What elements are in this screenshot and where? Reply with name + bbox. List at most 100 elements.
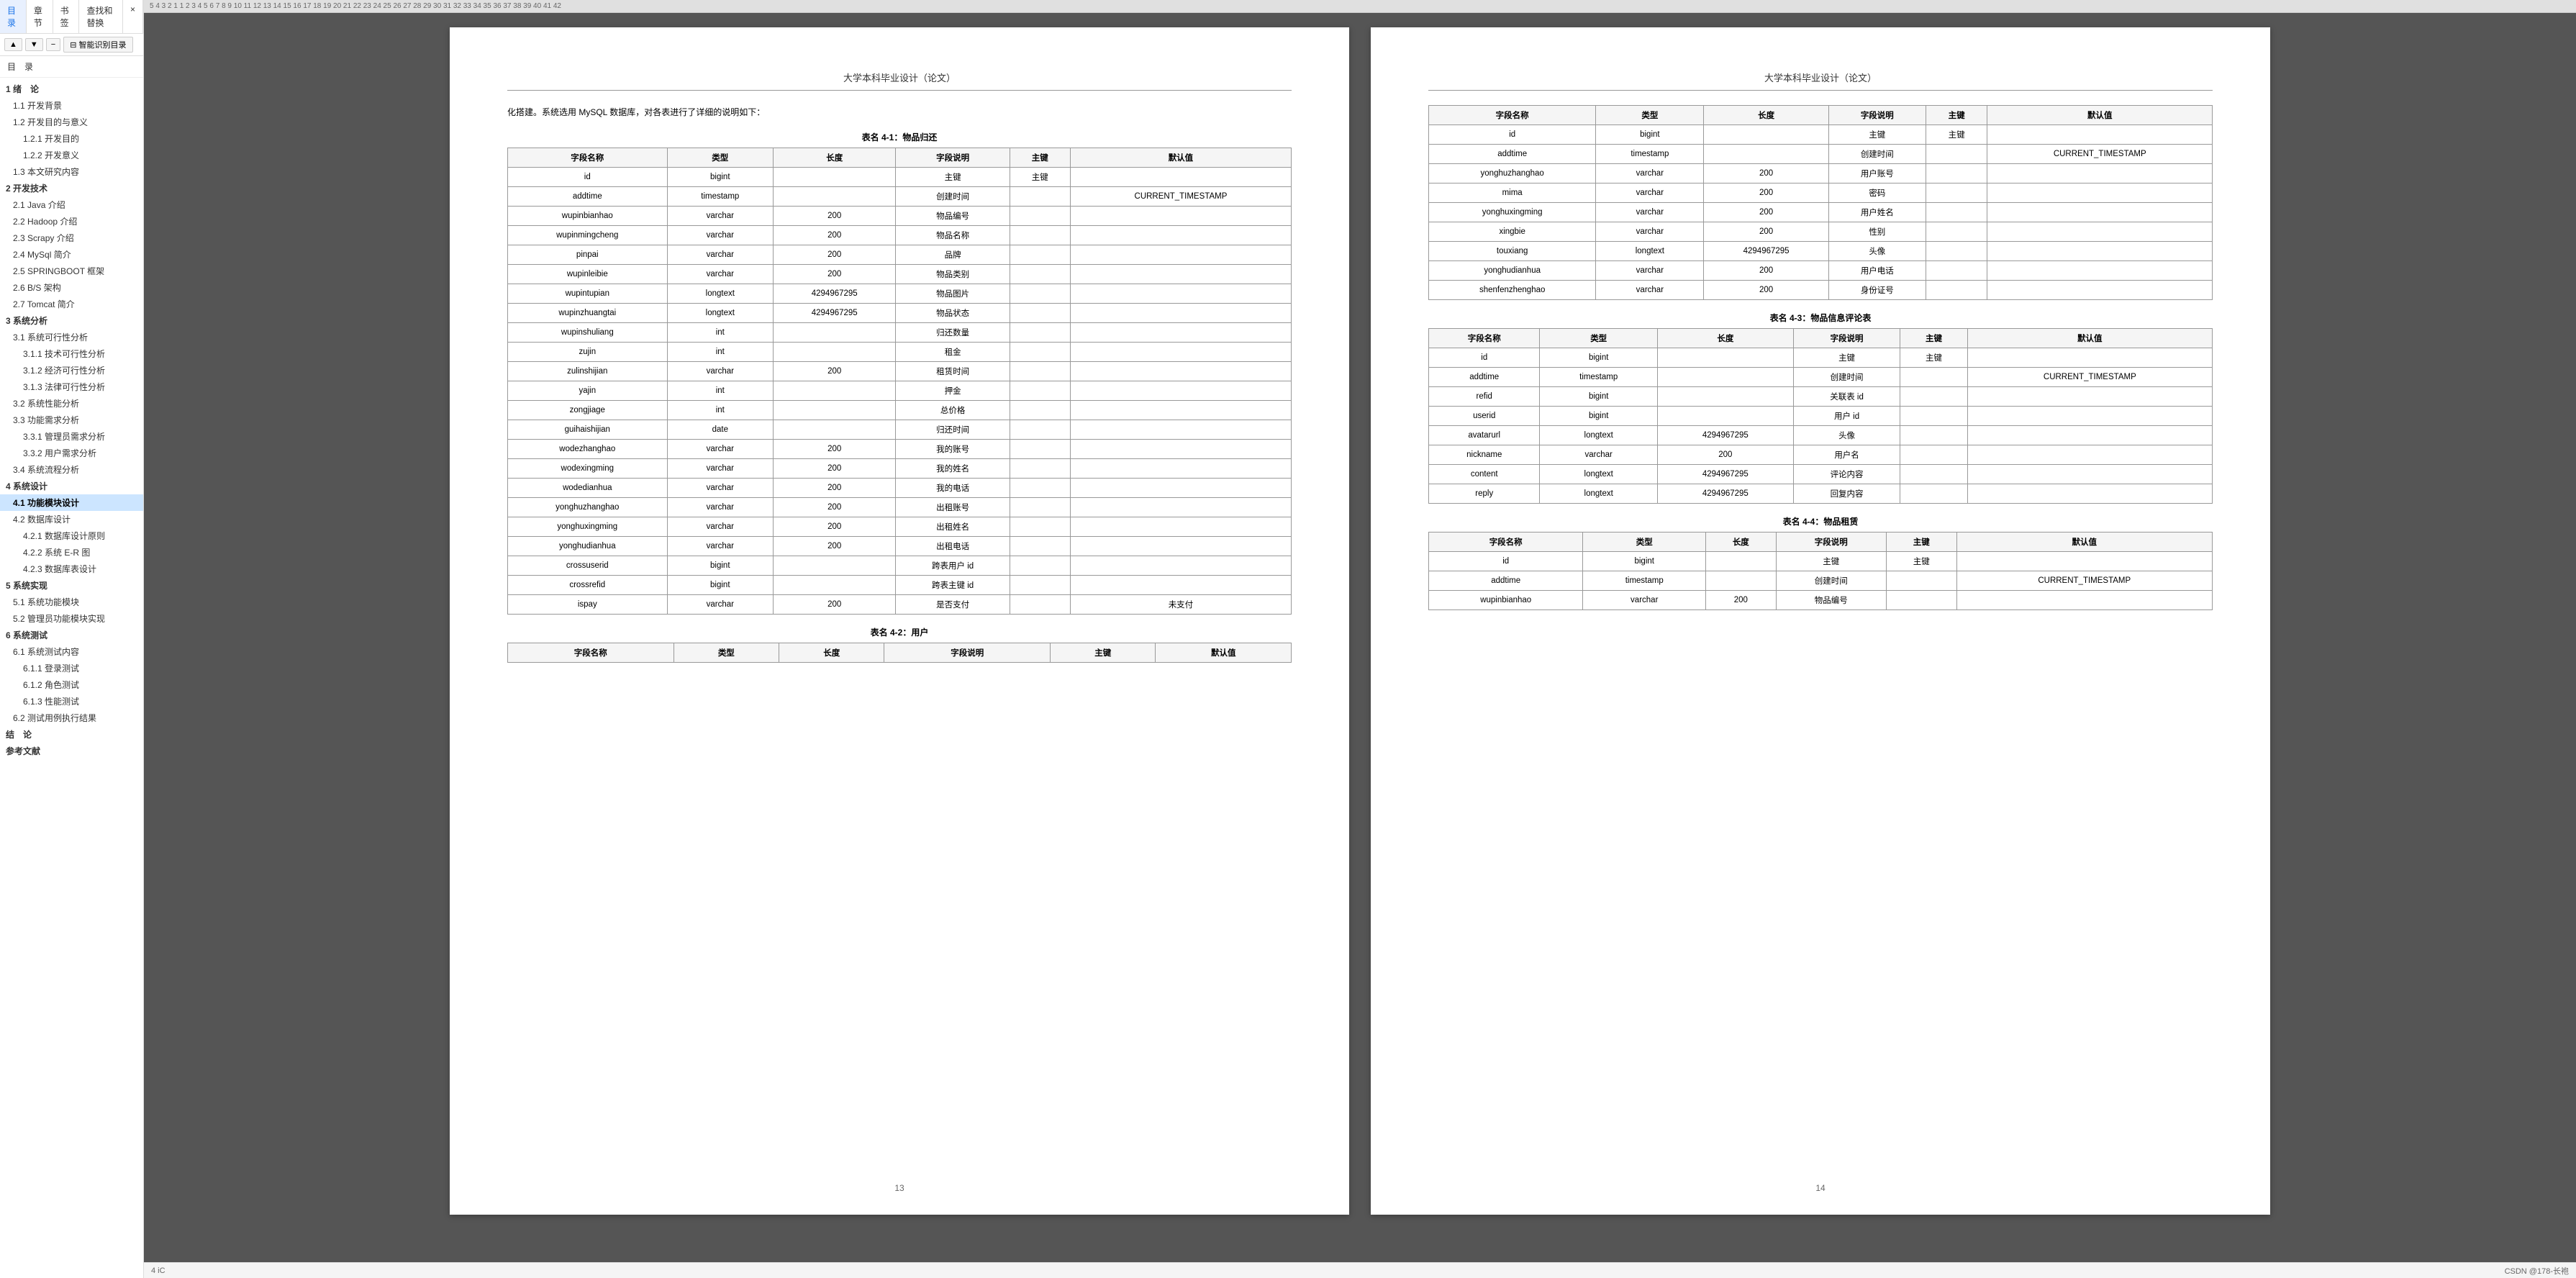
table-row: xingbievarchar200性别 <box>1429 222 2213 242</box>
toc-item[interactable]: 1.3 本文研究内容 <box>0 163 143 180</box>
table-row: wupinbianhaovarchar200物品编号 <box>508 206 1292 225</box>
table-row: replylongtext4294967295回复内容 <box>1429 484 2213 504</box>
toc-item[interactable]: 5.1 系统功能模块 <box>0 594 143 610</box>
table-row: wodezhanghaovarchar200我的账号 <box>508 439 1292 458</box>
toc-tree: 1 绪 论1.1 开发背景1.2 开发目的与意义1.2.1 开发目的1.2.2 … <box>0 78 143 1278</box>
toc-item[interactable]: 4.2.1 数据库设计原则 <box>0 527 143 544</box>
toc-item[interactable]: 6.1.2 角色测试 <box>0 676 143 693</box>
toc-item[interactable]: 1.2 开发目的与意义 <box>0 114 143 130</box>
toc-item[interactable]: 2.5 SPRINGBOOT 框架 <box>0 263 143 279</box>
toc-item[interactable]: 4 系统设计 <box>0 478 143 494</box>
table-row: yonghudianhuavarchar200用户电话 <box>1429 261 2213 281</box>
toc-collapse-button[interactable]: − <box>46 38 60 51</box>
toc-item[interactable]: 2.6 B/S 架构 <box>0 279 143 296</box>
toc-item[interactable]: 3.1.2 经济可行性分析 <box>0 362 143 379</box>
toc-item[interactable]: 4.1 功能模块设计 <box>0 494 143 511</box>
toc-item[interactable]: 6.1.3 性能测试 <box>0 693 143 710</box>
toc-item[interactable]: 结 论 <box>0 726 143 743</box>
table3-caption: 表名 4-3：物品信息评论表 <box>1428 312 2213 324</box>
sidebar-tabs: 目录 章节 书签 查找和替换 × <box>0 0 143 34</box>
toc-item[interactable]: 6.1.1 登录测试 <box>0 660 143 676</box>
table-row: idbigint主键主键 <box>1429 125 2213 145</box>
toc-item[interactable]: 6 系统测试 <box>0 627 143 643</box>
page-left: 大学本科毕业设计（论文） 化搭建。系统选用 MySQL 数据库，对各表进行了详细… <box>450 27 1349 1215</box>
toc-item[interactable]: 4.2 数据库设计 <box>0 511 143 527</box>
status-bar: 4 iC CSDN @178-长袍 <box>144 1262 2576 1278</box>
page-right-footer: 14 <box>1371 1183 2270 1193</box>
table4-caption: 表名 4-4：物品租赁 <box>1428 515 2213 527</box>
toc-item[interactable]: 3.3 功能需求分析 <box>0 412 143 428</box>
table-row: zulinshijianvarchar200租赁时间 <box>508 361 1292 381</box>
tab-close[interactable]: × <box>123 0 143 33</box>
toc-item[interactable]: 3.1.3 法律可行性分析 <box>0 379 143 395</box>
toc-item[interactable]: 4.2.3 数据库表设计 <box>0 561 143 577</box>
toc-item[interactable]: 5 系统实现 <box>0 577 143 594</box>
page-left-footer: 13 <box>450 1183 1349 1193</box>
table-row: contentlongtext4294967295评论内容 <box>1429 465 2213 484</box>
page-right: 大学本科毕业设计（论文） 字段名称 类型 长度 字段说明 主键 默认值 idbi… <box>1371 27 2270 1215</box>
table-row: yonghuxingmingvarchar200用户姓名 <box>1429 203 2213 222</box>
toc-item[interactable]: 3.1 系统可行性分析 <box>0 329 143 345</box>
body-text-left: 化搭建。系统选用 MySQL 数据库，对各表进行了详细的说明如下： <box>507 105 1292 121</box>
table-row: zongjiageint总价格 <box>508 400 1292 420</box>
toc-item[interactable]: 3.4 系统流程分析 <box>0 461 143 478</box>
table-wupin-guihuan: 字段名称类型长度字段说明主键默认值idbigint主键主键addtimetime… <box>507 148 1292 615</box>
tab-find-replace[interactable]: 查找和替换 <box>79 0 123 33</box>
table-row: zujinint租金 <box>508 342 1292 361</box>
toc-item[interactable]: 2.4 MySql 简介 <box>0 246 143 263</box>
table-row: refidbigint关联表 id <box>1429 387 2213 407</box>
table-row: mimavarchar200密码 <box>1429 183 2213 203</box>
table-row: wupinshuliangint归还数量 <box>508 322 1292 342</box>
toc-item[interactable]: 3.3.2 用户需求分析 <box>0 445 143 461</box>
table-row: ispayvarchar200是否支付未支付 <box>508 594 1292 614</box>
table-row: yonghuxingmingvarchar200出租姓名 <box>508 517 1292 536</box>
table-row: wodexingmingvarchar200我的姓名 <box>508 458 1292 478</box>
table-rental: 字段名称 类型 长度 字段说明 主键 默认值 idbigint主键主键addti… <box>1428 532 2213 610</box>
table-row: wupinmingchengvarchar200物品名称 <box>508 225 1292 245</box>
toc-item[interactable]: 1.2.2 开发意义 <box>0 147 143 163</box>
table-row: pinpaivarchar200品牌 <box>508 245 1292 264</box>
toc-item[interactable]: 3.1.1 技术可行性分析 <box>0 345 143 362</box>
toc-item[interactable]: 6.1 系统测试内容 <box>0 643 143 660</box>
toc-item[interactable]: 5.2 管理员功能模块实现 <box>0 610 143 627</box>
table-row: addtimetimestamp创建时间CURRENT_TIMESTAMP <box>508 186 1292 206</box>
page-left-header: 大学本科毕业设计（论文） <box>507 71 1292 91</box>
toc-down-button[interactable]: ▼ <box>25 38 43 51</box>
toc-item[interactable]: 3 系统分析 <box>0 312 143 329</box>
toc-item[interactable]: 4.2.2 系统 E-R 图 <box>0 544 143 561</box>
status-info: CSDN @178-长袍 <box>2505 1265 2569 1277</box>
tab-toc[interactable]: 目录 <box>0 0 27 33</box>
table-row: avatarurllongtext4294967295头像 <box>1429 426 2213 445</box>
toc-item[interactable]: 2.7 Tomcat 简介 <box>0 296 143 312</box>
status-text: 4 iC <box>151 1266 165 1275</box>
table-row: wupinzhuangtailongtext4294967295物品状态 <box>508 303 1292 322</box>
toc-item[interactable]: 1.2.1 开发目的 <box>0 130 143 147</box>
toc-item[interactable]: 1.1 开发背景 <box>0 97 143 114</box>
toc-item[interactable]: 1 绪 论 <box>0 81 143 97</box>
table2-caption: 表名 4-2：用户 <box>507 626 1292 638</box>
toc-item[interactable]: 2 开发技术 <box>0 180 143 196</box>
table-row: crossuseridbigint跨表用户 id <box>508 556 1292 575</box>
tab-chapter[interactable]: 章节 <box>27 0 53 33</box>
pages-container[interactable]: 大学本科毕业设计（论文） 化搭建。系统选用 MySQL 数据库，对各表进行了详细… <box>144 13 2576 1262</box>
table-row: yajinint押金 <box>508 381 1292 400</box>
toc-item[interactable]: 3.2 系统性能分析 <box>0 395 143 412</box>
toc-item[interactable]: 2.3 Scrapy 介绍 <box>0 230 143 246</box>
table-row: crossrefidbigint跨表主键 id <box>508 575 1292 594</box>
toc-item[interactable]: 2.2 Hadoop 介绍 <box>0 213 143 230</box>
table-row: idbigint主键主键 <box>1429 348 2213 368</box>
table-row: touxianglongtext4294967295头像 <box>1429 242 2213 261</box>
table-row: wupinbianhaovarchar200物品编号 <box>1429 591 2213 610</box>
table-row: addtimetimestamp创建时间CURRENT_TIMESTAMP <box>1429 368 2213 387</box>
table-row: idbigint主键主键 <box>1429 552 2213 571</box>
smart-toc-button[interactable]: ⊟ 智能识别目录 <box>63 37 132 53</box>
toc-item[interactable]: 参考文献 <box>0 743 143 759</box>
table-row: shenfenzhenghaovarchar200身份证号 <box>1429 281 2213 300</box>
ruler: 5 4 3 2 1 1 2 3 4 5 6 7 8 9 10 11 12 13 … <box>144 0 2576 13</box>
toc-item[interactable]: 3.3.1 管理员需求分析 <box>0 428 143 445</box>
toc-item[interactable]: 6.2 测试用例执行结果 <box>0 710 143 726</box>
tab-bookmark[interactable]: 书签 <box>53 0 80 33</box>
toc-up-button[interactable]: ▲ <box>4 38 22 51</box>
toc-item[interactable]: 2.1 Java 介绍 <box>0 196 143 213</box>
table-row: wupintupianlongtext4294967295物品图片 <box>508 284 1292 303</box>
